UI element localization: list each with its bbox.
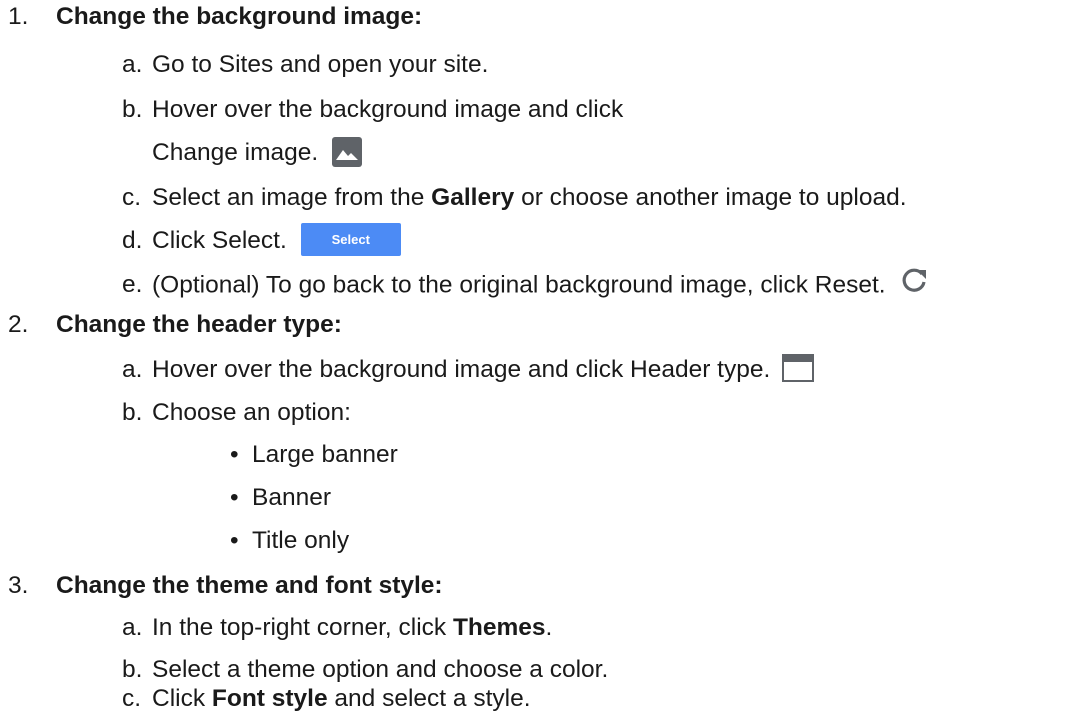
font-style-label: Font style — [211, 685, 328, 712]
step-text: Choose an option: — [152, 399, 351, 426]
step-3a: a. In the top-right corner, click Themes. — [122, 613, 552, 643]
step-1b: b. Hover over the background image and cl… — [122, 95, 623, 125]
image-icon — [332, 136, 363, 167]
step-text: (Optional) To go back to the original ba… — [152, 271, 886, 299]
section-title: Change the background image: — [56, 3, 423, 30]
step-3b: b. Select a theme option and choose a col… — [122, 655, 608, 685]
option-text: Banner — [252, 484, 332, 511]
refresh-icon — [900, 266, 928, 302]
step-text: Hover over the background image and clic… — [152, 356, 771, 383]
step-text-continued: Change image. — [152, 139, 319, 166]
select-button: Select — [300, 223, 401, 256]
step-3c: c. Click Font style and select a style. — [122, 684, 531, 714]
bullet-icon: • — [230, 527, 239, 554]
step-text: Go to Sites and open your site. — [152, 51, 489, 78]
step-letter: e. — [122, 271, 143, 299]
section-3-heading: 3. Change the theme and font style: — [8, 571, 443, 601]
section-1-heading: 1. Change the background image: — [8, 2, 422, 32]
option-item: • Large banner — [230, 440, 398, 470]
step-letter: a. — [122, 51, 143, 78]
step-1d: d. Click Select. Select — [122, 223, 401, 256]
step-letter: a. — [122, 614, 143, 641]
step-letter: b. — [122, 656, 143, 683]
step-letter: d. — [122, 226, 143, 254]
step-1c: c. Select an image from the Gallery or ch… — [122, 183, 907, 213]
section-number: 1. — [8, 3, 29, 30]
option-text: Large banner — [252, 441, 398, 468]
step-letter: b. — [122, 96, 143, 123]
step-letter: a. — [122, 356, 143, 383]
step-text: Click Select. — [152, 226, 287, 254]
option-item: • Title only — [230, 526, 349, 556]
themes-label: Themes — [452, 614, 546, 641]
step-text: Select a theme option and choose a color… — [152, 656, 609, 683]
instructions-document: 1. Change the background image: a. Go to S… — [0, 0, 1084, 714]
step-text: Select an image from the — [152, 184, 432, 211]
step-text: Click — [152, 685, 212, 712]
section-2-heading: 2. Change the header type: — [8, 310, 342, 340]
bullet-icon: • — [230, 441, 239, 468]
gallery-label: Gallery — [431, 184, 515, 211]
step-1b-continued: Change image. — [152, 136, 363, 168]
step-text: Hover over the background image and clic… — [152, 96, 624, 123]
step-1e: e. (Optional) To go back to the original … — [122, 268, 928, 298]
bullet-icon: • — [230, 484, 239, 511]
step-letter: b. — [122, 399, 143, 426]
step-2a: a. Hover over the background image and cl… — [122, 353, 815, 385]
step-text-end: or choose another image to upload. — [514, 184, 907, 211]
step-text-end: and select a style. — [327, 685, 531, 712]
option-text: Title only — [252, 527, 350, 554]
step-letter: c. — [122, 184, 142, 211]
section-number: 3. — [8, 572, 29, 599]
option-item: • Banner — [230, 483, 331, 513]
section-title: Change the theme and font style: — [56, 572, 443, 599]
step-1a: a. Go to Sites and open your site. — [122, 50, 488, 80]
section-title: Change the header type: — [56, 311, 342, 338]
step-text: In the top-right corner, click — [152, 614, 453, 641]
step-2b: b. Choose an option: — [122, 398, 351, 428]
step-letter: c. — [122, 685, 142, 712]
section-number: 2. — [8, 311, 29, 338]
header-layout-icon — [782, 353, 815, 382]
step-text-end: . — [545, 614, 553, 641]
